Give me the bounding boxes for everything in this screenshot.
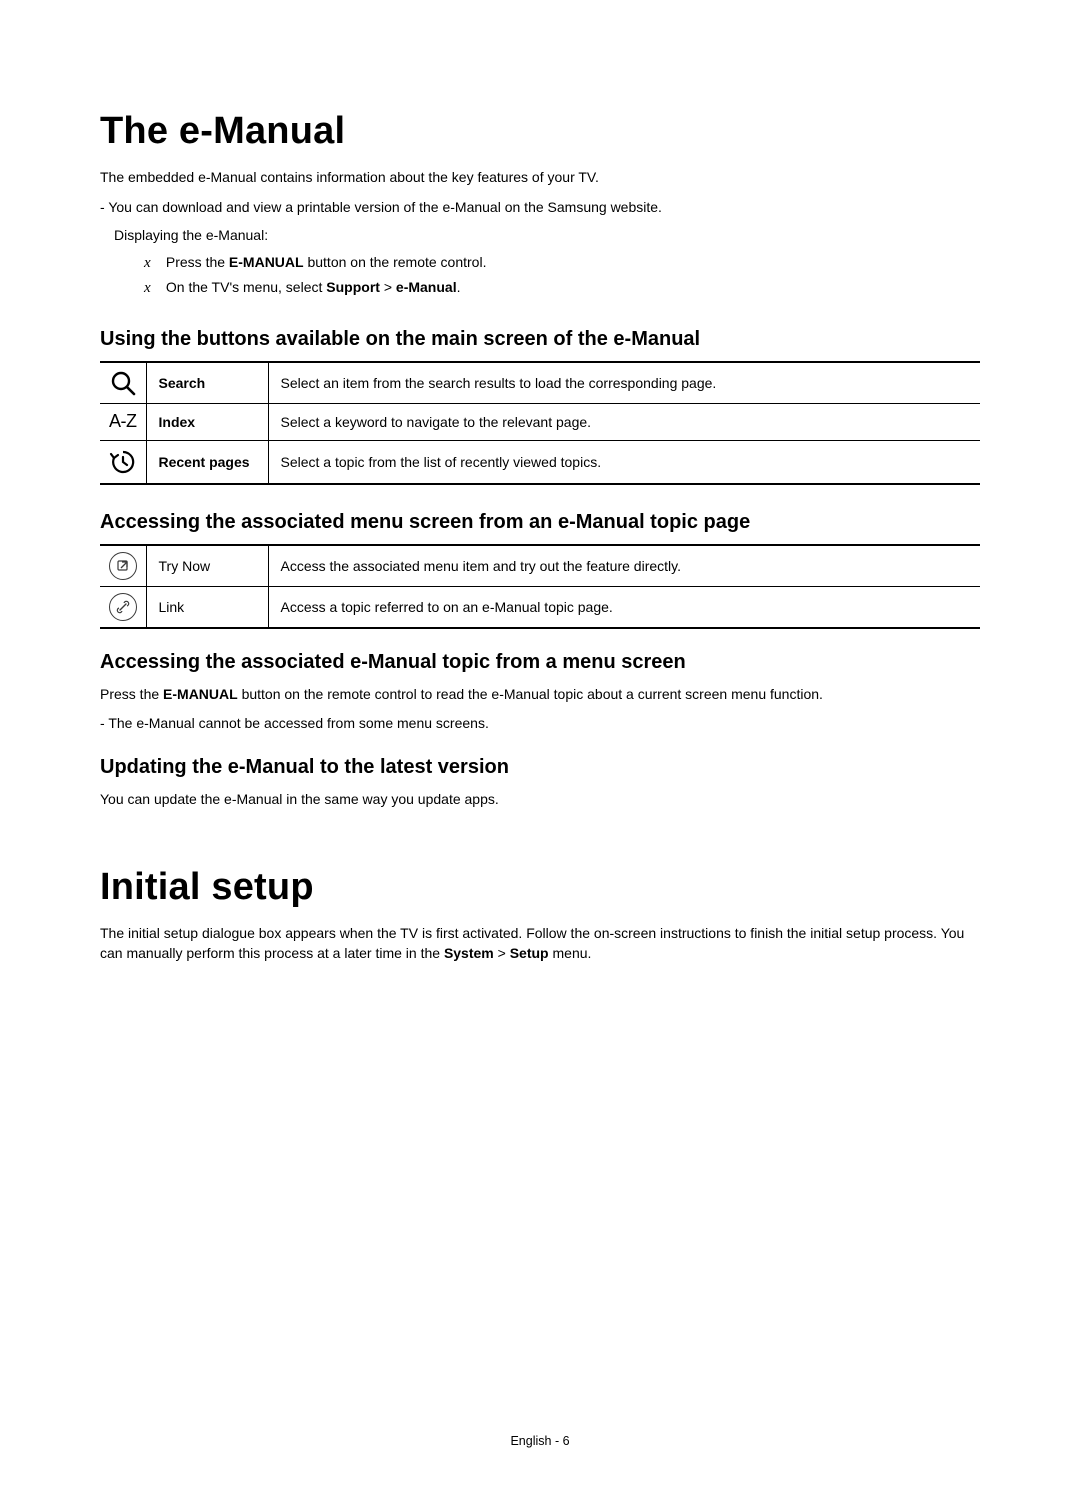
table-row: A-Z Index Select a keyword to navigate t…	[100, 403, 980, 440]
note-cannot-access: The e-Manual cannot be accessed from som…	[114, 713, 980, 734]
desc-search: Select an item from the search results t…	[268, 362, 980, 404]
heading-associated-menu: Accessing the associated menu screen fro…	[100, 511, 980, 534]
intro-text: The embedded e-Manual contains informati…	[100, 167, 980, 187]
desc-recent-pages: Select a topic from the list of recently…	[268, 440, 980, 484]
heading-updating: Updating the e-Manual to the latest vers…	[100, 756, 980, 779]
label-search: Search	[146, 362, 268, 404]
label-link: Link	[146, 586, 268, 628]
search-icon	[100, 362, 146, 404]
from-menu-text: Press the E-MANUAL button on the remote …	[100, 684, 980, 705]
index-icon: A-Z	[100, 403, 146, 440]
table-row: Search Select an item from the search re…	[100, 362, 980, 404]
try-now-icon	[100, 545, 146, 587]
table-main-buttons: Search Select an item from the search re…	[100, 361, 980, 485]
step-press-emanual: x Press the E-MANUAL button on the remot…	[144, 251, 980, 277]
table-row: Link Access a topic referred to on an e-…	[100, 586, 980, 628]
heading-main-screen-buttons: Using the buttons available on the main …	[100, 328, 980, 351]
heading-from-menu-screen: Accessing the associated e-Manual topic …	[100, 651, 980, 674]
initial-setup-text: The initial setup dialogue box appears w…	[100, 923, 980, 964]
desc-link: Access a topic referred to on an e-Manua…	[268, 586, 980, 628]
heading-initial-setup: Initial setup	[100, 866, 980, 909]
label-index: Index	[146, 403, 268, 440]
recent-pages-icon	[100, 440, 146, 484]
note-download: You can download and view a printable ve…	[114, 197, 980, 218]
link-icon	[100, 586, 146, 628]
desc-try-now: Access the associated menu item and try …	[268, 545, 980, 587]
x-bullet-icon: x	[144, 251, 162, 277]
displaying-label: Displaying the e-Manual:	[114, 224, 980, 246]
label-try-now: Try Now	[146, 545, 268, 587]
x-bullet-icon: x	[144, 276, 162, 302]
page-footer: English - 6	[0, 1434, 1080, 1448]
table-row: Try Now Access the associated menu item …	[100, 545, 980, 587]
table-associated-menu: Try Now Access the associated menu item …	[100, 544, 980, 629]
label-recent-pages: Recent pages	[146, 440, 268, 484]
step-menu-support: x On the TV's menu, select Support > e-M…	[144, 276, 980, 302]
heading-e-manual: The e-Manual	[100, 110, 980, 153]
table-row: Recent pages Select a topic from the lis…	[100, 440, 980, 484]
updating-text: You can update the e-Manual in the same …	[100, 789, 980, 810]
desc-index: Select a keyword to navigate to the rele…	[268, 403, 980, 440]
